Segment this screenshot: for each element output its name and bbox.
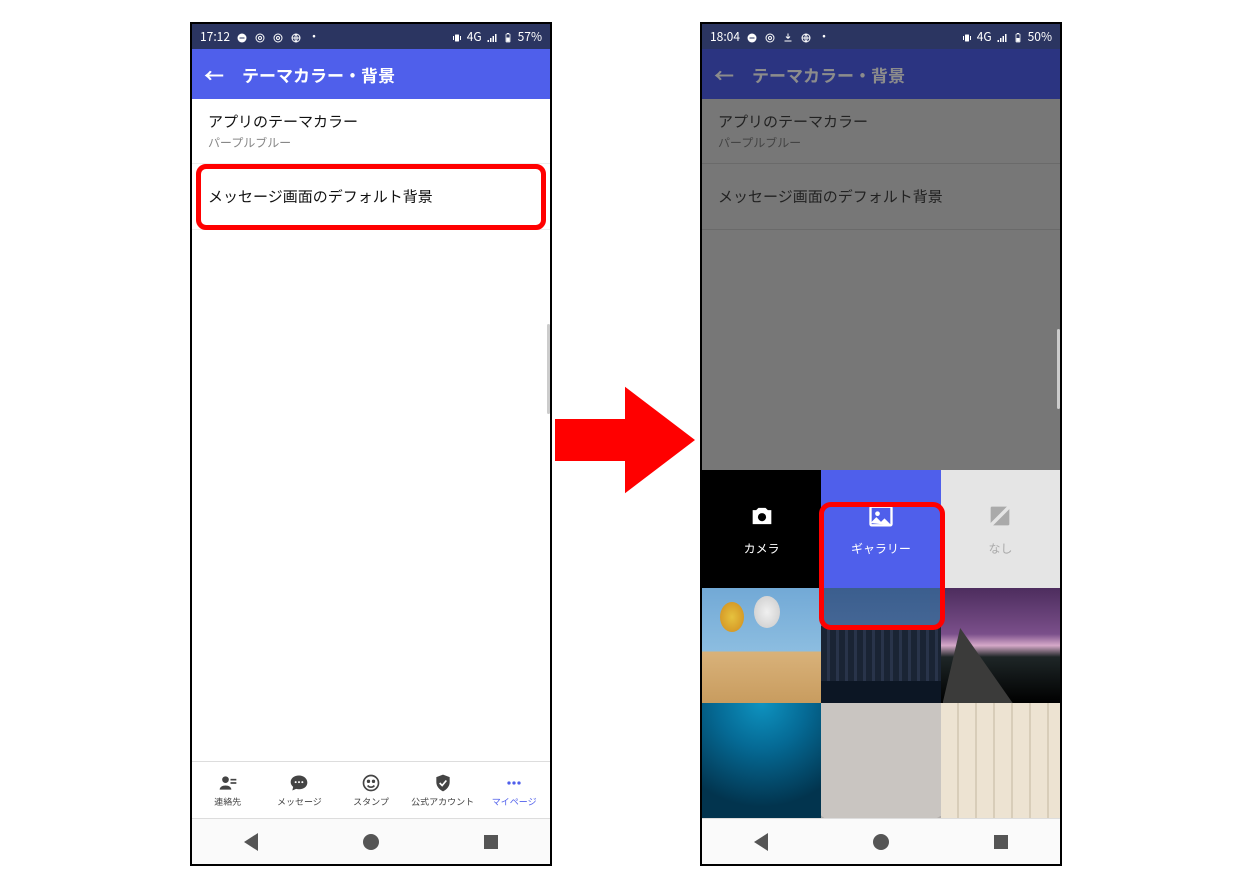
system-navbar (702, 818, 1060, 864)
battery-icon (1012, 31, 1024, 43)
dim-overlay-area[interactable] (702, 230, 1060, 470)
preset-balloons[interactable] (702, 588, 821, 703)
nav-recent-icon[interactable] (484, 835, 498, 849)
back-icon[interactable]: ← (204, 60, 224, 89)
row-theme-color: アプリのテーマカラー パープルブルー (702, 99, 1060, 164)
phone-right: 18:04 ・ 4G (700, 22, 1062, 866)
tab-stamps[interactable]: スタンプ (335, 762, 407, 818)
system-navbar (192, 818, 550, 864)
tab-official-label: 公式アカウント (411, 795, 474, 808)
status-time: 17:12 (200, 28, 230, 45)
empty-area (192, 230, 550, 761)
vibrate-icon (451, 31, 463, 43)
preset-wood[interactable] (941, 703, 1060, 818)
option-none[interactable]: なし (941, 470, 1060, 588)
row-theme-sub: パープルブルー (208, 134, 534, 151)
chrome-icon (764, 31, 776, 43)
back-icon[interactable]: ← (714, 60, 734, 89)
preset-row-1 (702, 588, 1060, 703)
tab-contacts[interactable]: 連絡先 (192, 762, 264, 818)
status-battery: 57% (518, 28, 542, 45)
dnd-icon (236, 31, 248, 43)
preset-rock[interactable] (821, 703, 940, 818)
status-dot: ・ (308, 28, 320, 45)
app-header: ← テーマカラー・背景 (702, 49, 1060, 99)
row-theme-title: アプリのテーマカラー (208, 111, 534, 132)
app-header: ← テーマカラー・背景 (192, 49, 550, 99)
signal-icon (486, 31, 498, 43)
row-bg-title: メッセージ画面のデフォルト背景 (718, 186, 1044, 207)
scroll-indicator (1057, 329, 1060, 409)
status-bar: 18:04 ・ 4G (702, 24, 1060, 49)
preset-sea[interactable] (702, 703, 821, 818)
nav-home-icon[interactable] (873, 834, 889, 850)
status-battery: 50% (1028, 28, 1052, 45)
preset-city[interactable] (821, 588, 940, 703)
status-time: 18:04 (710, 28, 740, 45)
row-default-bg: メッセージ画面のデフォルト背景 (702, 164, 1060, 230)
row-theme-sub: パープルブルー (718, 134, 1044, 151)
tab-messages[interactable]: メッセージ (264, 762, 336, 818)
chrome-icon-2 (272, 31, 284, 43)
row-theme-color[interactable]: アプリのテーマカラー パープルブルー (192, 99, 550, 164)
header-title: テーマカラー・背景 (752, 62, 905, 87)
nav-home-icon[interactable] (363, 834, 379, 850)
globe-icon (290, 31, 302, 43)
phone-left: 17:12 ・ 4G (190, 22, 552, 866)
nav-recent-icon[interactable] (994, 835, 1008, 849)
tab-mypage-label: マイページ (492, 795, 537, 808)
signal-icon (996, 31, 1008, 43)
option-none-label: なし (988, 540, 1012, 557)
tab-stamps-label: スタンプ (353, 795, 389, 808)
globe-icon (800, 31, 812, 43)
dnd-icon (746, 31, 758, 43)
tab-contacts-label: 連絡先 (214, 795, 241, 808)
option-gallery[interactable]: ギャラリー (821, 470, 940, 588)
scroll-indicator (547, 324, 550, 414)
status-network: 4G (977, 28, 992, 45)
bg-source-options: カメラ ギャラリー なし (702, 470, 1060, 588)
option-camera[interactable]: カメラ (702, 470, 821, 588)
preset-row-2 (702, 703, 1060, 818)
status-network: 4G (467, 28, 482, 45)
vibrate-icon (961, 31, 973, 43)
option-gallery-label: ギャラリー (851, 540, 911, 557)
row-default-bg[interactable]: メッセージ画面のデフォルト背景 (192, 164, 550, 230)
header-title: テーマカラー・背景 (242, 62, 395, 87)
row-bg-title: メッセージ画面のデフォルト背景 (208, 186, 534, 207)
preset-mountain[interactable] (941, 588, 1060, 703)
tab-official[interactable]: 公式アカウント (407, 762, 479, 818)
battery-icon (502, 31, 514, 43)
tab-mypage[interactable]: マイページ (478, 762, 550, 818)
tab-messages-label: メッセージ (277, 795, 322, 808)
nav-back-icon[interactable] (754, 833, 768, 851)
chrome-icon (254, 31, 266, 43)
flow-arrow-icon (555, 370, 695, 510)
option-camera-label: カメラ (744, 540, 780, 557)
status-dot: ・ (818, 28, 830, 45)
status-bar: 17:12 ・ 4G (192, 24, 550, 49)
nav-back-icon[interactable] (244, 833, 258, 851)
download-icon (782, 31, 794, 43)
row-theme-title: アプリのテーマカラー (718, 111, 1044, 132)
bottom-tabbar: 連絡先 メッセージ スタンプ 公式アカウント マイページ (192, 761, 550, 818)
